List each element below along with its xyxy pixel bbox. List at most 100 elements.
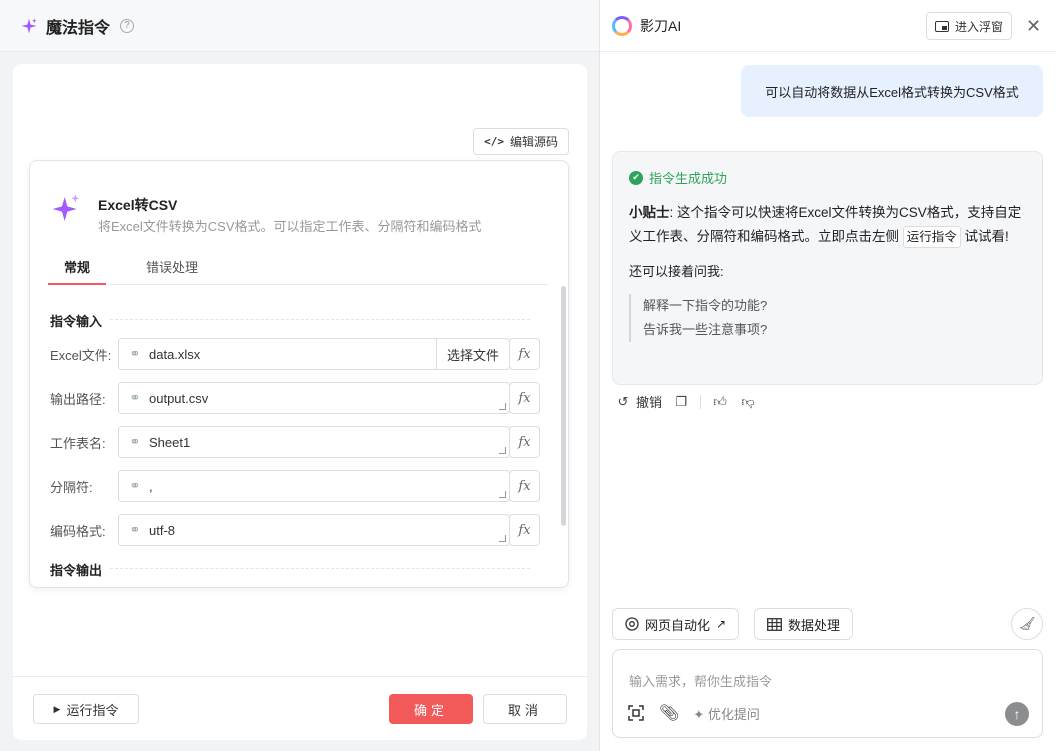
success-text: 指令生成成功 xyxy=(649,171,728,186)
fx-button[interactable]: fx xyxy=(509,426,540,458)
fx-button[interactable]: fx xyxy=(509,470,540,502)
field-output-path: 输出路径: ⚭ output.csv fx xyxy=(50,382,540,414)
edit-source-button[interactable]: </> 编辑源码 xyxy=(473,128,569,155)
command-editor: </> 编辑源码 Excel转CSV 将Excel文件转换为CSV格式。可以指定… xyxy=(13,64,587,740)
optimize-label: 优化提问 xyxy=(707,706,760,722)
app-logo-icon xyxy=(612,15,632,36)
field-encoding: 编码格式: ⚭ utf-8 fx xyxy=(50,514,540,546)
ai-assistant-panel: 影刀AI 进入浮窗 ✕ 可以自动将数据从Excel格式转换为CSV格式 ✔ 指令… xyxy=(600,0,1056,751)
ai-response-card: ✔ 指令生成成功 小贴士: 这个指令可以快速将Excel文件转换为CSV格式，支… xyxy=(612,151,1043,385)
user-message: 可以自动将数据从Excel格式转换为CSV格式 xyxy=(741,65,1043,117)
message-actions: ↺ 撤销 ❐ 👍︎ 👎︎ xyxy=(614,392,757,411)
clear-context-icon[interactable]: 🧹︎ xyxy=(1011,608,1043,640)
help-icon[interactable]: ? xyxy=(120,18,135,33)
external-link-icon: ↗ xyxy=(716,617,727,631)
success-status: ✔ 指令生成成功 xyxy=(629,168,1026,187)
float-window-label: 进入浮窗 xyxy=(955,19,1004,34)
field-value: Sheet1 xyxy=(149,434,191,450)
python-icon: ⚭ xyxy=(129,522,141,537)
input-section-label: 指令输入 xyxy=(50,311,531,330)
prompt-input[interactable]: 输入需求，帮你生成指令 📎︎ ✦ 优化提问 ↑ xyxy=(612,649,1043,738)
field-value: data.xlsx xyxy=(149,346,201,362)
scrollbar[interactable] xyxy=(561,286,566,526)
tip-text: 小贴士: 这个指令可以快速将Excel文件转换为CSV格式，支持自定义工作表、分… xyxy=(629,201,1026,249)
resize-handle[interactable] xyxy=(499,491,506,498)
field-value: utf-8 xyxy=(149,522,176,538)
command-title: Excel转CSV xyxy=(98,197,178,213)
attachment-icon[interactable]: 📎︎ xyxy=(659,703,679,723)
field-excel-file: Excel文件: ⚭ data.xlsx 选择文件 fx xyxy=(50,338,540,370)
prompt-placeholder: 输入需求，帮你生成指令 xyxy=(629,674,773,689)
tab-bar: 常规 错误处理 xyxy=(48,257,548,285)
code-icon: </> xyxy=(484,135,504,148)
python-icon: ⚭ xyxy=(129,434,141,449)
field-label: Excel文件: xyxy=(50,347,112,363)
resize-handle[interactable] xyxy=(499,403,506,410)
close-icon[interactable]: ✕ xyxy=(1026,16,1041,37)
tab-error-handling[interactable]: 错误处理 xyxy=(130,257,214,285)
excel-file-input[interactable]: ⚭ data.xlsx 选择文件 xyxy=(118,338,510,370)
sparkle-icon: ✦ xyxy=(693,706,705,722)
run-command-button[interactable]: ▶ 运行指令 xyxy=(33,694,139,724)
field-label: 分隔符: xyxy=(50,479,93,495)
command-card: Excel转CSV 将Excel文件转换为CSV格式。可以指定工作表、分隔符和编… xyxy=(29,160,569,588)
sheet-name-input[interactable]: ⚭ Sheet1 xyxy=(118,426,510,458)
suggestion-item[interactable]: 解释一下指令的功能? xyxy=(643,294,1026,318)
cancel-button[interactable]: 取消 xyxy=(483,694,567,724)
suggestion-list: 解释一下指令的功能? 告诉我一些注意事项? xyxy=(629,294,1026,342)
field-value: output.csv xyxy=(149,390,209,406)
resize-handle[interactable] xyxy=(499,535,506,542)
output-section-label: 指令输出 xyxy=(50,560,531,579)
thumbs-up-icon[interactable]: 👍︎ xyxy=(711,394,729,410)
input-toolbar: 📎︎ ✦ 优化提问 xyxy=(627,703,760,723)
tip-body: : 这个指令可以快速将Excel文件转换为CSV格式，支持自定义工作表、分隔符和… xyxy=(629,205,1022,244)
tip-label: 小贴士 xyxy=(629,205,670,220)
chip-label: 数据处理 xyxy=(788,617,841,633)
field-label: 编码格式: xyxy=(50,523,106,539)
field-label: 输出路径: xyxy=(50,391,106,407)
resize-handle[interactable] xyxy=(499,447,506,454)
divider xyxy=(700,394,702,409)
fx-button[interactable]: fx xyxy=(509,338,540,370)
python-icon: ⚭ xyxy=(129,346,141,361)
chrome-icon xyxy=(625,617,639,631)
confirm-button[interactable]: 确定 xyxy=(389,694,473,724)
float-window-button[interactable]: 进入浮窗 xyxy=(926,12,1013,40)
chip-data-processing[interactable]: 数据处理 xyxy=(754,608,854,640)
optimize-prompt-button[interactable]: ✦ 优化提问 xyxy=(693,704,760,723)
copy-icon[interactable]: ❐ xyxy=(672,394,690,410)
field-value: , xyxy=(149,478,153,494)
command-description: 将Excel文件转换为CSV格式。可以指定工作表、分隔符和编码格式 xyxy=(98,219,482,234)
tip-body-end: 试试看! xyxy=(964,229,1009,244)
output-path-input[interactable]: ⚭ output.csv xyxy=(118,382,510,414)
fx-button[interactable]: fx xyxy=(509,514,540,546)
encoding-input[interactable]: ⚭ utf-8 xyxy=(118,514,510,546)
page-title: 魔法指令 xyxy=(46,19,111,37)
field-label: 工作表名: xyxy=(50,435,106,451)
screenshot-icon[interactable] xyxy=(627,704,645,722)
undo-button[interactable]: ↺ 撤销 xyxy=(614,392,662,411)
fx-button[interactable]: fx xyxy=(509,382,540,414)
run-command-inline-button[interactable]: 运行指令 xyxy=(902,226,961,248)
delimiter-input[interactable]: ⚭ , xyxy=(118,470,510,502)
tab-general[interactable]: 常规 xyxy=(48,257,107,285)
undo-label: 撤销 xyxy=(636,395,663,410)
choose-file-button[interactable]: 选择文件 xyxy=(435,339,509,369)
field-sheet-name: 工作表名: ⚭ Sheet1 fx xyxy=(50,426,540,458)
sparkle-icon xyxy=(21,18,37,33)
suggestion-item[interactable]: 告诉我一些注意事项? xyxy=(643,318,1026,342)
send-button[interactable]: ↑ xyxy=(1005,702,1029,726)
command-header xyxy=(50,193,82,225)
panel-header: 魔法指令 ? xyxy=(0,0,599,52)
table-icon xyxy=(767,617,782,631)
magic-command-panel: 魔法指令 ? </> 编辑源码 Excel转CSV 将Excel文件转换为CSV… xyxy=(0,0,600,751)
field-delimiter: 分隔符: ⚭ , fx xyxy=(50,470,540,502)
check-circle-icon: ✔ xyxy=(629,170,643,185)
thumbs-down-icon[interactable]: 👎︎ xyxy=(739,394,757,410)
float-window-icon xyxy=(935,20,949,32)
edit-source-label: 编辑源码 xyxy=(509,135,558,149)
chip-label: 网页自动化 xyxy=(645,617,711,633)
python-icon: ⚭ xyxy=(129,390,141,405)
chip-web-automation[interactable]: 网页自动化 ↗ xyxy=(612,608,740,640)
python-icon: ⚭ xyxy=(129,478,141,493)
